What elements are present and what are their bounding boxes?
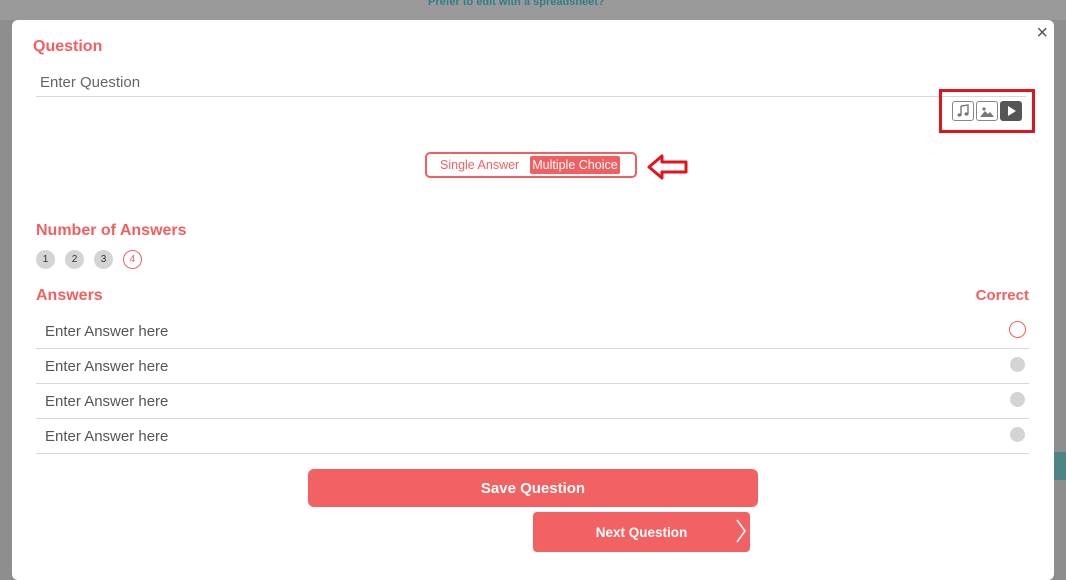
question-title: Question bbox=[33, 38, 103, 55]
answer-input[interactable] bbox=[36, 314, 954, 348]
answer-type-toggle: Single Answer Multiple Choice bbox=[425, 152, 637, 178]
annotation-arrow-icon bbox=[647, 154, 688, 180]
single-answer-option[interactable]: Single Answer bbox=[432, 156, 527, 174]
correct-radio[interactable] bbox=[1009, 321, 1026, 338]
number-of-answers-title: Number of Answers bbox=[36, 222, 187, 239]
video-play-icon[interactable] bbox=[1000, 101, 1022, 121]
backdrop-sidebar-strip bbox=[1054, 452, 1066, 480]
next-question-button[interactable]: Next Question bbox=[533, 512, 750, 552]
answer-input[interactable] bbox=[36, 384, 954, 418]
answer-count-3[interactable]: 3 bbox=[94, 250, 113, 269]
backdrop-page: Prefer to edit with a spreadsheet? bbox=[0, 0, 1066, 20]
answer-row bbox=[36, 314, 1029, 349]
answer-count-1[interactable]: 1 bbox=[36, 250, 55, 269]
image-icon[interactable] bbox=[976, 101, 998, 121]
answer-input[interactable] bbox=[36, 349, 954, 383]
answer-count-2[interactable]: 2 bbox=[65, 250, 84, 269]
close-icon[interactable]: × bbox=[1036, 22, 1048, 44]
correct-radio[interactable] bbox=[1010, 357, 1025, 372]
correct-radio[interactable] bbox=[1010, 427, 1025, 442]
answer-row bbox=[36, 419, 1029, 454]
answer-input[interactable] bbox=[36, 419, 954, 453]
answer-count-4[interactable]: 4 bbox=[123, 250, 142, 269]
answer-row bbox=[36, 349, 1029, 384]
question-input[interactable] bbox=[36, 68, 1026, 97]
save-question-button[interactable]: Save Question bbox=[308, 469, 758, 507]
spreadsheet-link[interactable]: Prefer to edit with a spreadsheet? bbox=[428, 0, 605, 8]
chevron-right-icon bbox=[736, 519, 746, 543]
question-modal: × Question Single Answer Multiple Choice… bbox=[12, 20, 1054, 580]
correct-radio[interactable] bbox=[1010, 392, 1025, 407]
number-of-answers-selector: 1 2 3 4 bbox=[36, 250, 142, 269]
media-buttons-group bbox=[939, 89, 1035, 133]
music-icon[interactable] bbox=[952, 101, 974, 121]
answers-title: Answers bbox=[36, 287, 103, 304]
correct-column-label: Correct bbox=[975, 287, 1029, 304]
next-question-label: Next Question bbox=[595, 524, 688, 540]
answer-row bbox=[36, 384, 1029, 419]
multiple-choice-option[interactable]: Multiple Choice bbox=[530, 156, 620, 174]
